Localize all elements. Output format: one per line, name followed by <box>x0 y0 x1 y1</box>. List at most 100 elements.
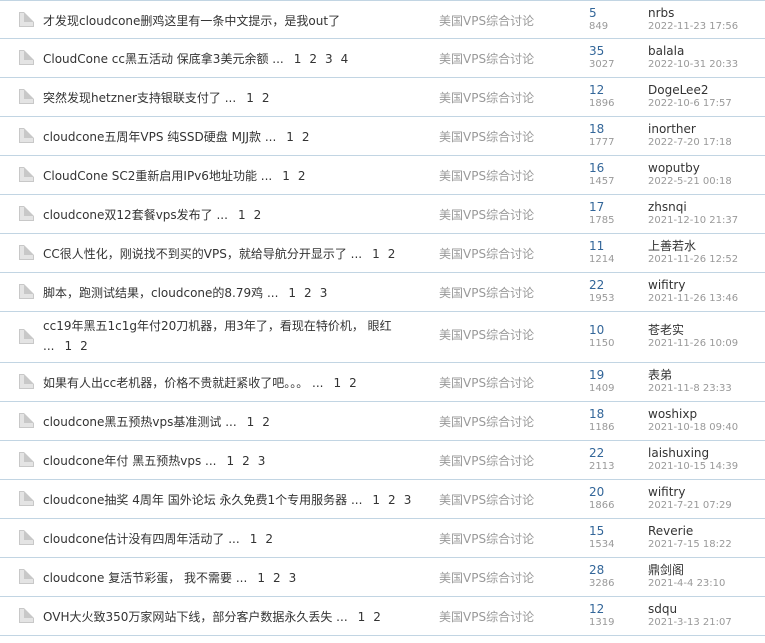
thread-folder-icon[interactable] <box>19 413 34 428</box>
thread-folder-icon[interactable] <box>19 491 34 506</box>
forum-link[interactable]: 美国VPS综合讨论 <box>439 608 534 626</box>
forum-link[interactable]: 美国VPS综合讨论 <box>439 569 534 587</box>
thread-folder-icon[interactable] <box>19 128 34 143</box>
reply-count[interactable]: 18 <box>589 407 604 421</box>
page-link[interactable]: 2 <box>262 91 270 105</box>
page-link[interactable]: 3 <box>325 52 333 66</box>
last-post-date[interactable]: 2021-12-10 21:37 <box>648 215 738 227</box>
reply-count[interactable]: 16 <box>589 161 604 175</box>
thread-title-link[interactable]: CC很人性化，刚说找不到买的VPS，就给导航分开显示了 ... <box>43 247 362 261</box>
last-post-date[interactable]: 2021-11-26 13:46 <box>648 293 738 305</box>
page-link[interactable]: 2 <box>349 376 357 390</box>
thread-folder-icon[interactable] <box>19 569 34 584</box>
thread-title-link[interactable]: cloudcone抽奖 4周年 国外论坛 永久免费1个专用服务器 ... <box>43 493 362 507</box>
page-link[interactable]: 2 <box>388 247 396 261</box>
page-link[interactable]: 1 <box>282 169 290 183</box>
reply-count[interactable]: 22 <box>589 278 604 292</box>
last-post-date[interactable]: 2021-3-13 21:07 <box>648 617 732 629</box>
page-link[interactable]: 2 <box>388 493 396 507</box>
page-link[interactable]: 1 <box>286 130 294 144</box>
page-link[interactable]: 2 <box>254 208 262 222</box>
thread-title-link[interactable]: 如果有人出cc老机器，价格不贵就赶紧收了吧。。。 ... <box>43 376 323 390</box>
thread-folder-icon[interactable] <box>19 452 34 467</box>
thread-folder-icon[interactable] <box>19 50 34 65</box>
page-link[interactable]: 1 <box>372 493 380 507</box>
last-post-date[interactable]: 2022-10-31 20:33 <box>648 59 738 71</box>
last-poster-link[interactable]: nrbs <box>648 6 674 20</box>
reply-count[interactable]: 10 <box>589 323 604 337</box>
forum-link[interactable]: 美国VPS综合讨论 <box>439 413 534 431</box>
page-link[interactable]: 2 <box>304 286 312 300</box>
last-post-date[interactable]: 2022-10-6 17:57 <box>648 98 732 110</box>
page-link[interactable]: 3 <box>289 571 297 585</box>
last-poster-link[interactable]: inorther <box>648 122 696 136</box>
thread-title-link[interactable]: 才发现cloudcone删鸡这里有一条中文提示，是我out了 <box>43 14 340 28</box>
reply-count[interactable]: 5 <box>589 6 597 20</box>
reply-count[interactable]: 11 <box>589 239 604 253</box>
thread-folder-icon[interactable] <box>19 167 34 182</box>
last-poster-link[interactable]: 鼎剑阁 <box>648 563 684 577</box>
thread-title-link[interactable]: cloudcone年付 黑五预热vps ... <box>43 454 216 468</box>
page-link[interactable]: 2 <box>309 52 317 66</box>
page-link[interactable]: 2 <box>298 169 306 183</box>
forum-link[interactable]: 美国VPS综合讨论 <box>439 491 534 509</box>
forum-link[interactable]: 美国VPS综合讨论 <box>439 452 534 470</box>
reply-count[interactable]: 12 <box>589 602 604 616</box>
last-poster-link[interactable]: woputby <box>648 161 700 175</box>
last-post-date[interactable]: 2021-10-15 14:39 <box>648 461 738 473</box>
thread-title-link[interactable]: 脚本，跑测试结果，cloudcone的8.79鸡 ... <box>43 286 278 300</box>
page-link[interactable]: 3 <box>404 493 412 507</box>
page-link[interactable]: 2 <box>273 571 281 585</box>
thread-title-link[interactable]: CloudCone cc黑五活动 保底拿3美元余额 ... <box>43 52 284 66</box>
last-post-date[interactable]: 2022-7-20 17:18 <box>648 137 732 149</box>
forum-link[interactable]: 美国VPS综合讨论 <box>439 12 534 30</box>
reply-count[interactable]: 18 <box>589 122 604 136</box>
last-poster-link[interactable]: laishuxing <box>648 446 709 460</box>
thread-title-link[interactable]: cloudcone双12套餐vps发布了 ... <box>43 208 228 222</box>
last-post-date[interactable]: 2021-11-26 12:52 <box>648 254 738 266</box>
last-poster-link[interactable]: sdqu <box>648 602 677 616</box>
page-link[interactable]: 1 <box>358 610 366 624</box>
last-post-date[interactable]: 2021-11-8 23:33 <box>648 383 732 395</box>
last-post-date[interactable]: 2022-5-21 00:18 <box>648 176 732 188</box>
page-link[interactable]: 1 <box>238 208 246 222</box>
page-link[interactable]: 1 <box>294 52 302 66</box>
reply-count[interactable]: 35 <box>589 44 604 58</box>
page-link[interactable]: 1 <box>257 571 265 585</box>
page-link[interactable]: 1 <box>250 532 258 546</box>
page-link[interactable]: 1 <box>247 415 255 429</box>
last-post-date[interactable]: 2021-7-21 07:29 <box>648 500 732 512</box>
forum-link[interactable]: 美国VPS综合讨论 <box>439 167 534 185</box>
page-link[interactable]: 1 <box>226 454 234 468</box>
last-poster-link[interactable]: wifitry <box>648 278 685 292</box>
last-poster-link[interactable]: woshixp <box>648 407 697 421</box>
forum-link[interactable]: 美国VPS综合讨论 <box>439 128 534 146</box>
page-link[interactable]: 2 <box>80 339 88 353</box>
thread-folder-icon[interactable] <box>19 329 34 344</box>
last-post-date[interactable]: 2021-11-26 10:09 <box>648 338 738 350</box>
page-link[interactable]: 2 <box>262 415 270 429</box>
last-poster-link[interactable]: 苍老实 <box>648 323 684 337</box>
reply-count[interactable]: 15 <box>589 524 604 538</box>
last-poster-link[interactable]: zhsnqi <box>648 200 687 214</box>
forum-link[interactable]: 美国VPS综合讨论 <box>439 206 534 224</box>
thread-folder-icon[interactable] <box>19 245 34 260</box>
thread-folder-icon[interactable] <box>19 284 34 299</box>
thread-title-link[interactable]: cc19年黑五1c1g年付20刀机器，用3年了，看现在特价机， 眼红 ... <box>43 319 392 353</box>
page-link[interactable]: 2 <box>373 610 381 624</box>
reply-count[interactable]: 20 <box>589 485 604 499</box>
reply-count[interactable]: 12 <box>589 83 604 97</box>
forum-link[interactable]: 美国VPS综合讨论 <box>439 326 534 344</box>
page-link[interactable]: 1 <box>288 286 296 300</box>
page-link[interactable]: 2 <box>265 532 273 546</box>
thread-title-link[interactable]: cloudcone黑五预热vps基准测试 ... <box>43 415 237 429</box>
page-link[interactable]: 1 <box>372 247 380 261</box>
last-poster-link[interactable]: 上善若水 <box>648 239 696 253</box>
last-poster-link[interactable]: balala <box>648 44 684 58</box>
forum-link[interactable]: 美国VPS综合讨论 <box>439 374 534 392</box>
page-link[interactable]: 1 <box>64 339 72 353</box>
thread-title-link[interactable]: cloudcone 复活节彩蛋， 我不需要 ... <box>43 571 247 585</box>
thread-folder-icon[interactable] <box>19 12 34 27</box>
forum-link[interactable]: 美国VPS综合讨论 <box>439 89 534 107</box>
forum-link[interactable]: 美国VPS综合讨论 <box>439 50 534 68</box>
